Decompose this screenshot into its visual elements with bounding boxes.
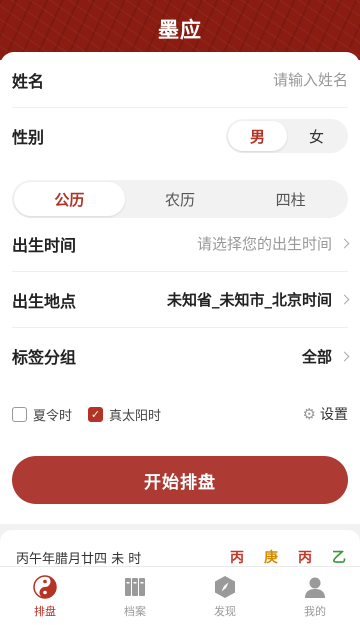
gear-icon: ⚙ bbox=[302, 405, 316, 423]
user-icon bbox=[305, 577, 325, 598]
lunar-date-text: 丙午年腊月廿四 未 时 bbox=[16, 552, 142, 567]
birth-time-row[interactable]: 出生时间 请选择您的出生时间 bbox=[12, 216, 350, 272]
tag-group-label: 标签分组 bbox=[12, 348, 77, 367]
tab-archive[interactable]: 档案 bbox=[90, 567, 180, 625]
header-banner: 墨应 bbox=[0, 0, 360, 60]
tab-four-pillars[interactable]: 四柱 bbox=[235, 182, 346, 216]
birth-place-value[interactable]: 未知省_未知市_北京时间 bbox=[166, 289, 350, 310]
gender-label: 性别 bbox=[12, 128, 45, 147]
heavenly-stems: 丙 庚 丙 乙 bbox=[210, 547, 346, 567]
tab-label: 档案 bbox=[124, 604, 146, 618]
tag-group-text: 全部 bbox=[301, 347, 332, 366]
stem-day: 丙 bbox=[298, 550, 312, 566]
yin-yang-icon bbox=[33, 574, 57, 599]
tab-paipan[interactable]: 排盘 bbox=[0, 567, 90, 625]
daylight-saving-label: 夏令时 bbox=[33, 408, 73, 424]
calendar-tabs: 公历 农历 四柱 bbox=[12, 180, 348, 218]
birth-place-row[interactable]: 出生地点 未知省_未知市_北京时间 bbox=[12, 272, 350, 328]
tab-discover[interactable]: 发现 bbox=[180, 567, 270, 625]
chevron-right-icon bbox=[339, 351, 350, 361]
tag-group-row[interactable]: 标签分组 全部 bbox=[12, 328, 350, 384]
birth-time-label: 出生时间 bbox=[12, 235, 77, 255]
app-title: 墨应 bbox=[158, 17, 202, 42]
stem-month: 庚 bbox=[264, 550, 278, 566]
compass-icon bbox=[215, 575, 235, 598]
checkbox-checked-icon: ✓ bbox=[88, 406, 104, 422]
name-row[interactable]: 姓名 请输入姓名 bbox=[12, 52, 348, 108]
archive-icon bbox=[125, 577, 145, 596]
start-chart-button[interactable]: 开始排盘 bbox=[12, 456, 348, 504]
name-input[interactable]: 请输入姓名 bbox=[273, 69, 348, 90]
tab-solar-calendar[interactable]: 公历 bbox=[14, 182, 125, 216]
birth-place-label: 出生地点 bbox=[12, 291, 77, 311]
gender-female-option[interactable]: 女 bbox=[287, 121, 346, 151]
chevron-right-icon bbox=[339, 238, 350, 249]
tab-label: 排盘 bbox=[34, 604, 56, 618]
birth-time-value[interactable]: 请选择您的出生时间 bbox=[196, 233, 350, 254]
bottom-tab-bar: 排盘 档案 发现 我的 bbox=[0, 566, 360, 625]
options-row: 夏令时 ✓ 真太阳时 ⚙ 设置 bbox=[12, 402, 348, 426]
true-solar-time-checkbox[interactable]: ✓ 真太阳时 bbox=[88, 405, 161, 424]
daylight-saving-checkbox[interactable]: 夏令时 bbox=[12, 405, 72, 424]
tag-group-value[interactable]: 全部 bbox=[301, 346, 350, 367]
stem-hour: 乙 bbox=[332, 550, 346, 566]
birth-place-text: 未知省_未知市_北京时间 bbox=[166, 291, 332, 309]
settings-label: 设置 bbox=[320, 407, 348, 423]
birth-time-placeholder: 请选择您的出生时间 bbox=[196, 235, 332, 253]
birth-form-card: 姓名 请输入姓名 性别 男 女 公历 农历 四柱 出生时间 请选择您的出生时间 … bbox=[0, 52, 360, 524]
tab-lunar-calendar[interactable]: 农历 bbox=[125, 182, 236, 216]
name-label: 姓名 bbox=[12, 71, 45, 91]
tab-mine[interactable]: 我的 bbox=[270, 567, 360, 625]
tab-label: 我的 bbox=[304, 604, 326, 618]
gender-row: 性别 男 女 bbox=[12, 108, 348, 164]
stem-year: 丙 bbox=[230, 550, 244, 566]
tab-label: 发现 bbox=[214, 604, 236, 618]
checkbox-empty-icon bbox=[12, 406, 27, 422]
chevron-right-icon bbox=[339, 294, 350, 305]
gender-male-option[interactable]: 男 bbox=[228, 121, 287, 151]
gender-toggle[interactable]: 男 女 bbox=[226, 119, 348, 153]
settings-button[interactable]: ⚙ 设置 bbox=[303, 404, 348, 424]
true-solar-time-label: 真太阳时 bbox=[109, 408, 162, 424]
